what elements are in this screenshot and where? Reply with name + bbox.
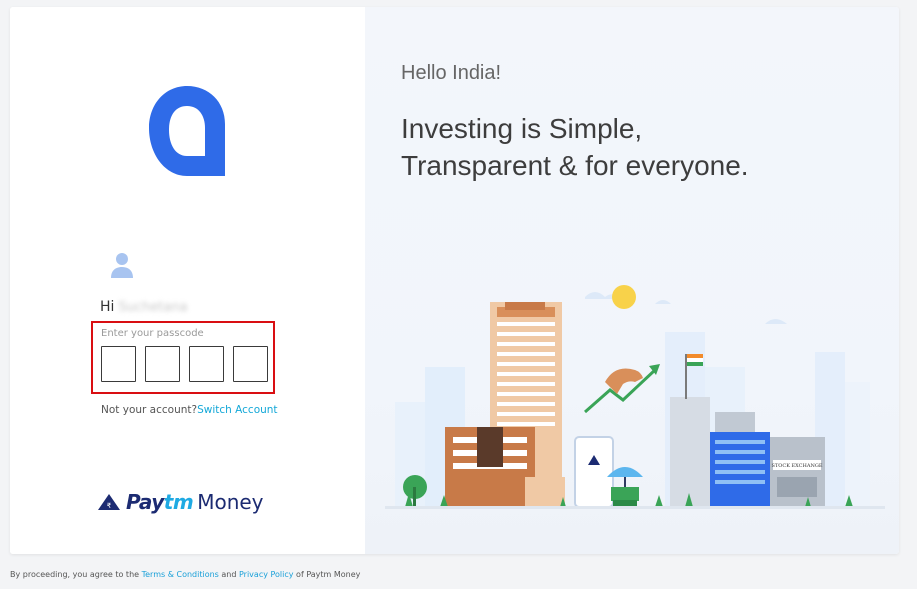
- footer-and: and: [218, 570, 239, 579]
- switch-account-link[interactable]: Switch Account: [197, 404, 277, 416]
- pin-input-2[interactable]: [145, 346, 180, 382]
- login-panel: Hi Suchetana Enter your passcode Not you…: [10, 7, 365, 554]
- passcode-label: Enter your passcode: [101, 328, 204, 339]
- greeting: Hi Suchetana: [100, 299, 188, 315]
- sun-icon: [612, 285, 636, 309]
- exchange-sign: STOCK EXCHANGE: [772, 463, 823, 469]
- app-logo-icon: [149, 86, 225, 176]
- passcode-box: Enter your passcode: [91, 321, 275, 394]
- pin-input-1[interactable]: [101, 346, 136, 382]
- paytm-money-wordmark: Pay tm Money: [126, 490, 264, 514]
- paytm-money-logo-icon: ₹: [98, 494, 120, 510]
- user-name: Suchetana: [118, 299, 188, 315]
- paytm-money-logo: ₹ Pay tm Money: [98, 490, 264, 514]
- tagline: Investing is Simple, Transparent & for e…: [401, 110, 881, 184]
- promo-panel: Hello India! Investing is Simple, Transp…: [365, 7, 899, 554]
- greeting-prefix: Hi: [100, 299, 115, 315]
- legal-footer: By proceeding, you agree to the Terms & …: [10, 570, 360, 579]
- switch-account-line: Not your account?Switch Account: [101, 404, 278, 416]
- footer-prefix: By proceeding, you agree to the: [10, 570, 142, 579]
- footer-suffix: of Paytm Money: [293, 570, 361, 579]
- hello-heading: Hello India!: [401, 62, 502, 84]
- not-account-text: Not your account?: [101, 404, 198, 416]
- pin-input-4[interactable]: [233, 346, 268, 382]
- city-illustration: STOCK EXCHANGE: [385, 285, 885, 509]
- tagline-line-2: Transparent & for everyone.: [401, 150, 749, 181]
- tagline-line-1: Investing is Simple,: [401, 113, 643, 144]
- terms-link[interactable]: Terms & Conditions: [142, 570, 219, 579]
- svg-text:₹: ₹: [107, 502, 112, 510]
- privacy-link[interactable]: Privacy Policy: [239, 570, 294, 579]
- login-card: Hi Suchetana Enter your passcode Not you…: [10, 7, 899, 554]
- pin-input-3[interactable]: [189, 346, 224, 382]
- user-icon: [111, 253, 133, 278]
